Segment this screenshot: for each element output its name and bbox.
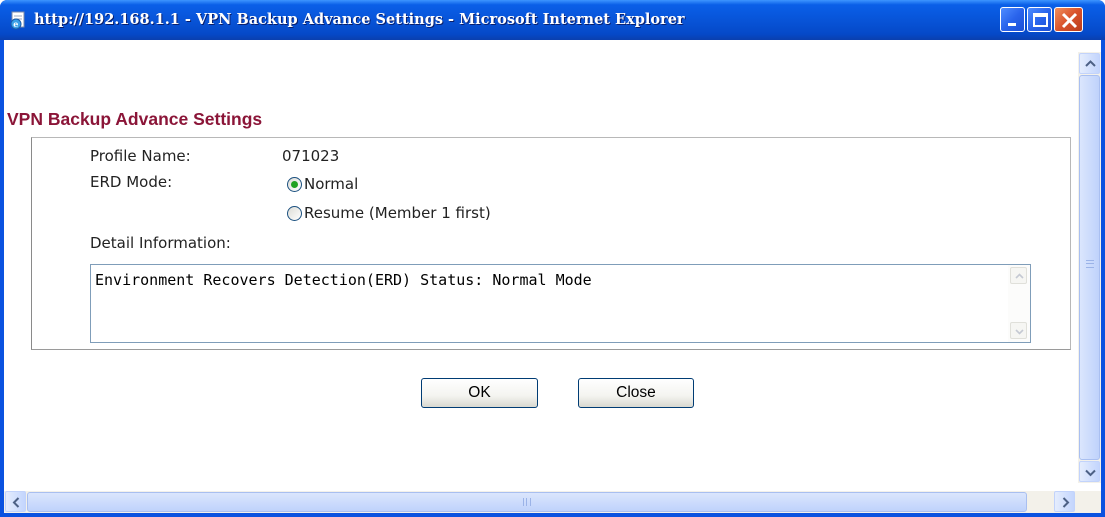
close-button[interactable]: Close bbox=[578, 378, 694, 408]
browser-window: e http://192.168.1.1 - VPN Backup Advanc… bbox=[0, 0, 1105, 517]
scroll-right-button[interactable] bbox=[1054, 491, 1075, 512]
scroll-grip-icon bbox=[1086, 260, 1094, 268]
scroll-left-button[interactable] bbox=[5, 491, 26, 512]
radio-selected-dot bbox=[291, 181, 298, 188]
horizontal-scroll-thumb[interactable] bbox=[27, 492, 1027, 512]
chevron-up-icon bbox=[1015, 273, 1024, 279]
textarea-scrollbar[interactable] bbox=[1008, 265, 1030, 342]
page-title: VPN Backup Advance Settings bbox=[7, 109, 263, 129]
scroll-grip-icon bbox=[523, 498, 531, 506]
profile-name-value: 071023 bbox=[282, 147, 340, 165]
ie-page-icon: e bbox=[8, 10, 28, 30]
scroll-down-button[interactable] bbox=[1079, 461, 1100, 482]
close-icon bbox=[1061, 12, 1078, 29]
chevron-left-icon bbox=[12, 497, 20, 508]
chevron-down-icon bbox=[1085, 469, 1096, 477]
minimize-button[interactable] bbox=[1000, 7, 1025, 32]
settings-panel: Profile Name: 071023 ERD Mode: Normal Re… bbox=[31, 137, 1071, 350]
scroll-up-button[interactable] bbox=[1079, 53, 1100, 74]
scrollbar-corner bbox=[1078, 491, 1101, 513]
radio-resume-label[interactable]: Resume (Member 1 first) bbox=[304, 204, 491, 222]
title-bar[interactable]: e http://192.168.1.1 - VPN Backup Advanc… bbox=[0, 0, 1105, 40]
chevron-right-icon bbox=[1062, 497, 1070, 508]
vertical-scroll-thumb[interactable] bbox=[1079, 75, 1100, 460]
radio-resume[interactable] bbox=[287, 206, 302, 221]
chevron-down-icon bbox=[1015, 329, 1024, 335]
ok-button[interactable]: OK bbox=[421, 378, 538, 408]
radio-normal[interactable] bbox=[287, 177, 302, 192]
maximize-button[interactable] bbox=[1027, 7, 1052, 32]
erd-mode-label: ERD Mode: bbox=[90, 173, 173, 191]
maximize-icon bbox=[1033, 13, 1048, 27]
window-title: http://192.168.1.1 - VPN Backup Advance … bbox=[34, 11, 685, 28]
profile-name-label: Profile Name: bbox=[90, 147, 191, 165]
textarea-scroll-up-button[interactable] bbox=[1010, 267, 1027, 284]
detail-information-textarea[interactable]: Environment Recovers Detection(ERD) Stat… bbox=[90, 264, 1031, 343]
vertical-scrollbar[interactable] bbox=[1078, 52, 1101, 483]
close-window-button[interactable] bbox=[1054, 7, 1083, 32]
radio-normal-label[interactable]: Normal bbox=[304, 175, 358, 193]
detail-information-text: Environment Recovers Detection(ERD) Stat… bbox=[95, 271, 592, 289]
horizontal-scrollbar[interactable] bbox=[4, 491, 1101, 513]
minimize-icon bbox=[1008, 23, 1016, 26]
page-content: VPN Backup Advance Settings Profile Name… bbox=[4, 40, 1101, 513]
chevron-up-icon bbox=[1085, 60, 1096, 67]
textarea-scroll-down-button[interactable] bbox=[1010, 322, 1027, 339]
detail-information-label: Detail Information: bbox=[90, 234, 231, 252]
svg-text:e: e bbox=[13, 19, 18, 29]
